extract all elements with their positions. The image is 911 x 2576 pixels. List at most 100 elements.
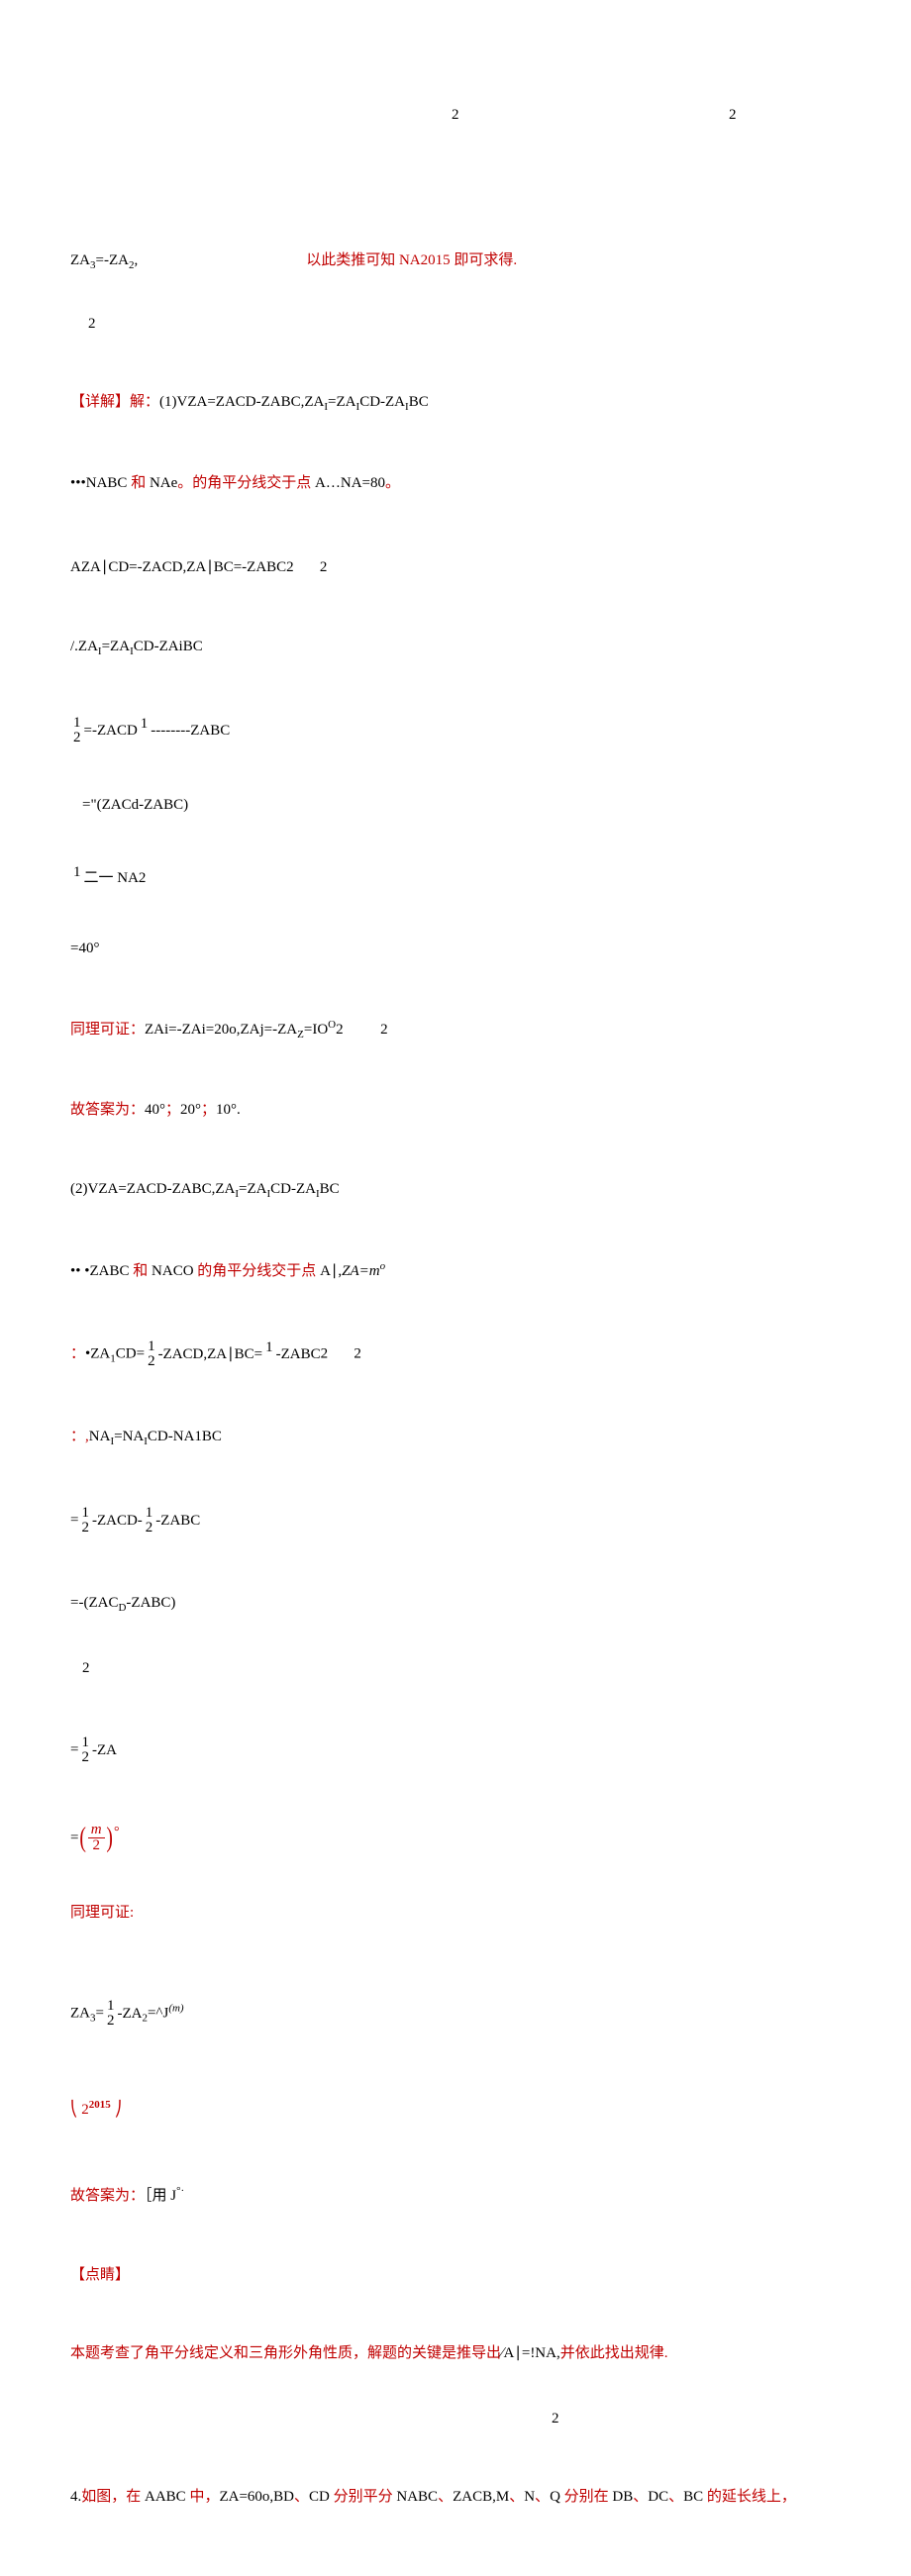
l12c: CD-ZA [270,1181,316,1197]
l10f: 2 2 [336,1022,388,1038]
line-eq-half-za: =12-ZA [55,1714,856,1788]
line-answer-1: 故答案为：40°；20°；10°. [55,1077,856,1144]
line-summary-under: 2 [537,2385,856,2452]
l16f1: 12 [78,1506,92,1536]
lparen-icon: ( [80,1825,87,1852]
l21c: =^J [148,2005,168,2021]
l26q: DB [612,2489,633,2505]
l12b: =ZA [239,1181,266,1197]
za3-under: 2 [88,316,96,332]
l26l: 、 [509,2489,524,2505]
l26m: N [524,2489,535,2505]
line-eq-1over2-acd: 12=-ZACD1--------ZABC [55,694,856,768]
l26c: AABC [145,2489,186,2505]
l22base: 2 [81,2102,89,2118]
l18a: -ZA [92,1742,117,1758]
l3b: 和 [127,475,150,491]
l5b: =ZA [102,639,130,654]
l26i: NABC [396,2489,438,2505]
l14c1: CD= [116,1345,145,1361]
l3a: •••NABC [70,475,127,491]
l13e: A∣, [320,1263,342,1279]
l26f: 、 [294,2489,309,2505]
l26s: DC [648,2489,668,2505]
l18f: 12 [78,1735,92,1765]
l17a: =-(ZAC [70,1595,118,1611]
line-zai-eq: /.ZAI=ZAICD-ZAiBC [55,613,856,682]
l26p: 分别在 [560,2489,613,2505]
l13a: •• •ZABC [70,1263,130,1279]
l2e: BC [409,394,429,410]
l6f1: 12 [70,716,84,745]
za3-a: ZA [70,252,90,268]
line-summary: 本题考查了角平分线定义和三角形外角性质，解题的关键是推导出∕A∣=!NA,并依此… [55,2321,856,2388]
l26e: ZA=60o,BD [219,2489,294,2505]
line-bisector-80: •••NABC 和 NAe。的角平分线交于点 A…NA=80。 [55,449,856,517]
l10a: 同理可证： [70,1022,145,1038]
l14f1: 12 [145,1339,158,1369]
line-za3-eq: ZA3=12-ZA2=^J(m) [55,1976,856,2050]
l14c2: -ZACD,ZA∣BC= [158,1345,263,1361]
l17c: -ZABC) [126,1595,175,1611]
l2d: CD-ZA [359,394,405,410]
l16a: -ZACD- [92,1513,143,1529]
l8f: 1 [70,865,84,880]
l21sup: (m) [168,2002,183,2014]
line-a3-under: 2 [73,290,856,357]
l10e: O [328,1019,336,1031]
za3-c: , [134,252,138,268]
l26k: ZACB,M [453,2489,509,2505]
l10b: ZAi=-ZAi=20o,ZAj=-ZA [145,1022,297,1038]
l26a: 4. [70,2489,81,2505]
l11g: . [237,1102,241,1118]
l15d: =NA [114,1429,144,1444]
l12a: (2)VZA=ZACD-ZABC,ZA [70,1181,235,1197]
l23b: ［用 [145,2188,170,2204]
line-eq-m-over-2: =(m2)° [55,1800,856,1876]
l23a: 故答案为： [70,2188,145,2204]
l12d: BC [320,1181,340,1197]
line-detail-1: 【详解】解：(1)VZA=ZACD-ZABC,ZAI=ZAICD-ZAIBC [55,369,856,439]
l11b: 40° [145,1102,165,1118]
l17b: D [118,1602,126,1614]
l26h: 分别平分 [330,2489,397,2505]
l2c: =ZA [328,394,355,410]
l26v: 的延长线上， [703,2489,796,2505]
l21a: ZA [70,2005,90,2021]
line-eq-na2: 1二一 NA2 [55,842,856,912]
l3f: 。 [385,475,400,491]
l3e: A…NA=80 [315,475,385,491]
l6a: =-ZACD [84,723,138,739]
l7: ="(ZACd-ZABC) [82,797,188,813]
line-a3: ZA3=-ZA2,以此类推可知 NA2015 即可求得. [55,228,856,297]
l5c: CD-ZAiBC [134,639,203,654]
l15f: CD-NA1BC [148,1429,222,1444]
l8a: 二一 NA2 [84,870,147,886]
l3c: NAe [150,475,177,491]
l10d: =IO [304,1022,328,1038]
l11f: 10° [216,1102,237,1118]
l6f2: 1 [138,717,152,732]
l26u: BC [683,2489,703,2505]
l25c: 并依此找出规律. [560,2345,668,2361]
l13f: ZA=m [342,1263,379,1279]
line-eq-half-diff: =-(ZACD-ZABC) [55,1570,856,1639]
l13b: 和 [130,1263,152,1279]
l13c: NACO [152,1263,194,1279]
line-bisector-m: •• •ZABC 和 NACO 的角平分线交于点 A∣,ZA=mo [55,1237,856,1306]
l26d: 中， [186,2489,220,2505]
line-eq-half-diff-den: 2 [67,1635,856,1702]
l19f: m2 [88,1823,105,1853]
line-question-4: 4.如图，在 AABC 中，ZA=60o,BD、CD 分别平分 NABC、ZAC… [55,2464,856,2531]
l13d: 的角平分线交于点 [194,1263,321,1279]
l6b: --------ZABC [151,723,230,739]
l19a: = [70,1830,78,1845]
l21b: -ZA [117,2005,142,2021]
line-nai-eq: ：,NAI=NAICD-NA1BC [55,1403,856,1472]
l22exp: 2015 [89,2099,111,2111]
l26t: 、 [668,2489,683,2505]
l26o: Q [550,2489,560,2505]
l26g: CD [309,2489,330,2505]
l17d: 2 [82,1660,90,1676]
l25b: ∕A∣=!NA, [501,2345,560,2361]
